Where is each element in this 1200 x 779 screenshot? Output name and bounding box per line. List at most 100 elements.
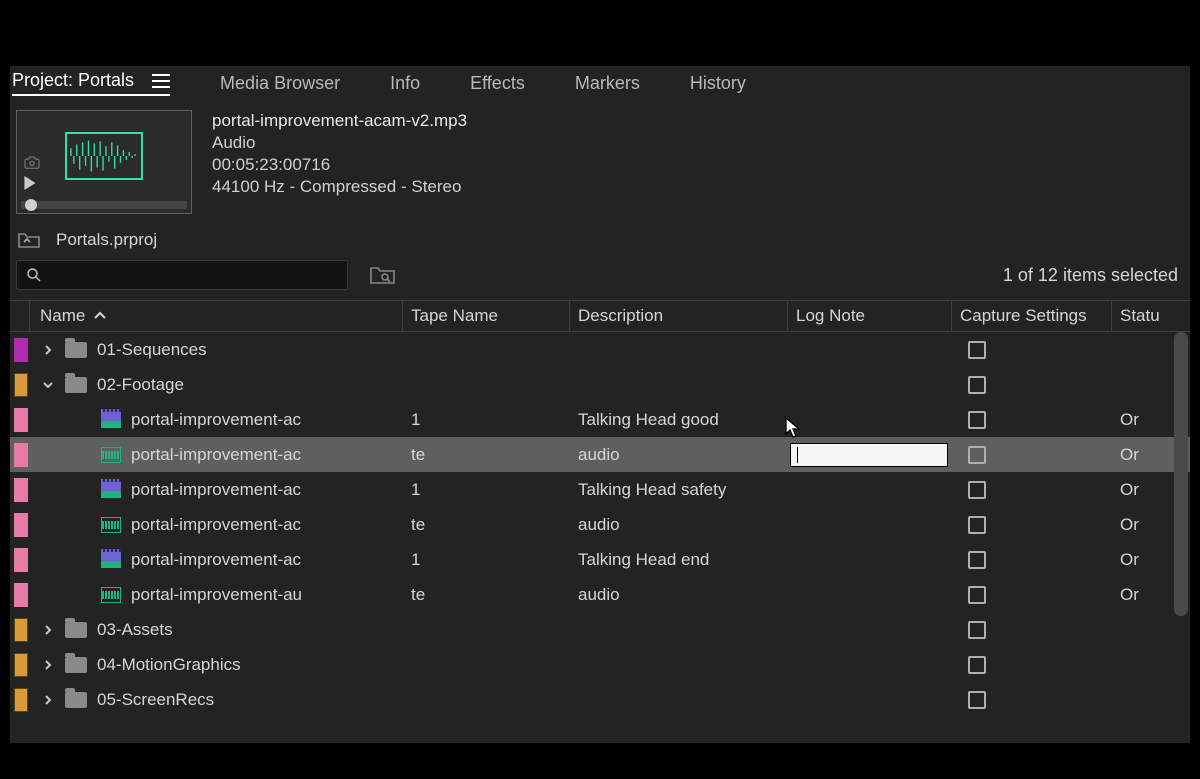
label-swatch[interactable] xyxy=(14,478,28,502)
tab-markers[interactable]: Markers xyxy=(575,73,640,94)
tab-media-browser[interactable]: Media Browser xyxy=(220,73,340,94)
label-swatch[interactable] xyxy=(14,338,28,362)
description-cell[interactable]: Talking Head end xyxy=(570,550,788,570)
table-row[interactable]: portal-improvement-auteaudioOr xyxy=(10,577,1190,612)
play-icon[interactable] xyxy=(23,176,37,195)
capture-settings-cell[interactable] xyxy=(952,691,1112,709)
col-tape[interactable]: Tape Name xyxy=(403,301,570,331)
chevron-right-icon[interactable] xyxy=(30,624,65,636)
capture-settings-cell[interactable] xyxy=(952,411,1112,429)
tape-cell[interactable]: te xyxy=(403,515,570,535)
capture-settings-cell[interactable] xyxy=(952,446,1112,464)
checkbox-icon[interactable] xyxy=(968,481,986,499)
capture-settings-cell[interactable] xyxy=(952,341,1112,359)
table-row[interactable]: portal-improvement-acteaudioOr xyxy=(10,507,1190,542)
table-row[interactable]: 02-Footage xyxy=(10,367,1190,402)
table-row[interactable]: portal-improvement-ac1Talking Head safet… xyxy=(10,472,1190,507)
capture-settings-cell[interactable] xyxy=(952,481,1112,499)
item-name: portal-improvement-ac xyxy=(131,445,301,465)
checkbox-icon[interactable] xyxy=(968,446,986,464)
tape-cell[interactable]: te xyxy=(403,445,570,465)
tab-project[interactable]: Project: Portals xyxy=(12,70,170,96)
col-description[interactable]: Description xyxy=(570,301,788,331)
label-swatch[interactable] xyxy=(14,688,28,712)
poster-frame-icon[interactable] xyxy=(23,155,41,174)
col-log-note[interactable]: Log Note xyxy=(788,301,952,331)
chevron-right-icon[interactable] xyxy=(30,694,65,706)
tape-cell[interactable]: 1 xyxy=(403,410,570,430)
checkbox-icon[interactable] xyxy=(968,376,986,394)
col-capture-settings[interactable]: Capture Settings xyxy=(952,301,1112,331)
capture-settings-cell[interactable] xyxy=(952,586,1112,604)
label-swatch[interactable] xyxy=(14,373,28,397)
name-cell[interactable]: portal-improvement-ac xyxy=(65,445,403,465)
capture-settings-cell[interactable] xyxy=(952,656,1112,674)
name-cell[interactable]: portal-improvement-ac xyxy=(65,515,403,535)
label-swatch[interactable] xyxy=(14,548,28,572)
project-file-name: Portals.prproj xyxy=(56,230,157,250)
checkbox-icon[interactable] xyxy=(968,691,986,709)
checkbox-icon[interactable] xyxy=(968,586,986,604)
description-cell[interactable]: audio xyxy=(570,585,788,605)
bin-up-icon[interactable] xyxy=(16,231,42,249)
panel-tab-bar: Project: Portals Media Browser Info Effe… xyxy=(10,66,1190,100)
col-status[interactable]: Statu xyxy=(1112,301,1190,331)
hamburger-icon[interactable] xyxy=(152,74,170,88)
checkbox-icon[interactable] xyxy=(968,551,986,569)
label-swatch[interactable] xyxy=(14,653,28,677)
table-row[interactable]: portal-improvement-ac1Talking Head goodO… xyxy=(10,402,1190,437)
checkbox-icon[interactable] xyxy=(968,516,986,534)
checkbox-icon[interactable] xyxy=(968,341,986,359)
tape-cell[interactable]: te xyxy=(403,585,570,605)
capture-settings-cell[interactable] xyxy=(952,551,1112,569)
checkbox-icon[interactable] xyxy=(968,656,986,674)
name-cell[interactable]: 03-Assets xyxy=(65,620,403,640)
tab-history[interactable]: History xyxy=(690,73,746,94)
scrollbar-thumb[interactable] xyxy=(1174,332,1188,616)
table-row[interactable]: portal-improvement-ac1Talking Head endOr xyxy=(10,542,1190,577)
description-cell[interactable]: Talking Head safety xyxy=(570,480,788,500)
name-cell[interactable]: portal-improvement-ac xyxy=(65,550,403,570)
name-cell[interactable]: 05-ScreenRecs xyxy=(65,690,403,710)
name-cell[interactable]: portal-improvement-au xyxy=(65,585,403,605)
checkbox-icon[interactable] xyxy=(968,411,986,429)
capture-settings-cell[interactable] xyxy=(952,516,1112,534)
name-cell[interactable]: portal-improvement-ac xyxy=(65,480,403,500)
checkbox-icon[interactable] xyxy=(968,621,986,639)
chevron-right-icon[interactable] xyxy=(30,344,65,356)
name-cell[interactable]: portal-improvement-ac xyxy=(65,410,403,430)
capture-settings-cell[interactable] xyxy=(952,621,1112,639)
label-swatch[interactable] xyxy=(14,408,28,432)
clip-thumbnail[interactable] xyxy=(16,110,192,214)
chevron-down-icon[interactable] xyxy=(30,379,65,391)
log-note-input[interactable] xyxy=(790,443,948,467)
name-cell[interactable]: 04-MotionGraphics xyxy=(65,655,403,675)
label-swatch[interactable] xyxy=(14,583,28,607)
chevron-right-icon[interactable] xyxy=(30,659,65,671)
capture-settings-cell[interactable] xyxy=(952,376,1112,394)
new-search-bin-icon[interactable] xyxy=(368,263,398,287)
tab-info[interactable]: Info xyxy=(390,73,420,94)
name-cell[interactable]: 01-Sequences xyxy=(65,340,403,360)
description-cell[interactable]: Talking Head good xyxy=(570,410,788,430)
tape-cell[interactable]: 1 xyxy=(403,480,570,500)
col-label[interactable] xyxy=(10,301,30,331)
table-row[interactable]: 04-MotionGraphics xyxy=(10,647,1190,682)
vertical-scrollbar[interactable] xyxy=(1172,332,1190,717)
table-row[interactable]: 05-ScreenRecs xyxy=(10,682,1190,717)
table-row[interactable]: portal-improvement-acteaudioOr xyxy=(10,437,1190,472)
label-swatch[interactable] xyxy=(14,513,28,537)
label-swatch[interactable] xyxy=(14,618,28,642)
col-name[interactable]: Name xyxy=(30,301,403,331)
log-note-cell[interactable] xyxy=(788,443,952,467)
label-swatch[interactable] xyxy=(14,443,28,467)
tab-effects[interactable]: Effects xyxy=(470,73,525,94)
table-row[interactable]: 01-Sequences xyxy=(10,332,1190,367)
search-input[interactable] xyxy=(16,260,348,290)
description-cell[interactable]: audio xyxy=(570,515,788,535)
description-cell[interactable]: audio xyxy=(570,445,788,465)
name-cell[interactable]: 02-Footage xyxy=(65,375,403,395)
table-row[interactable]: 03-Assets xyxy=(10,612,1190,647)
thumbnail-scrubber[interactable] xyxy=(21,201,187,209)
tape-cell[interactable]: 1 xyxy=(403,550,570,570)
